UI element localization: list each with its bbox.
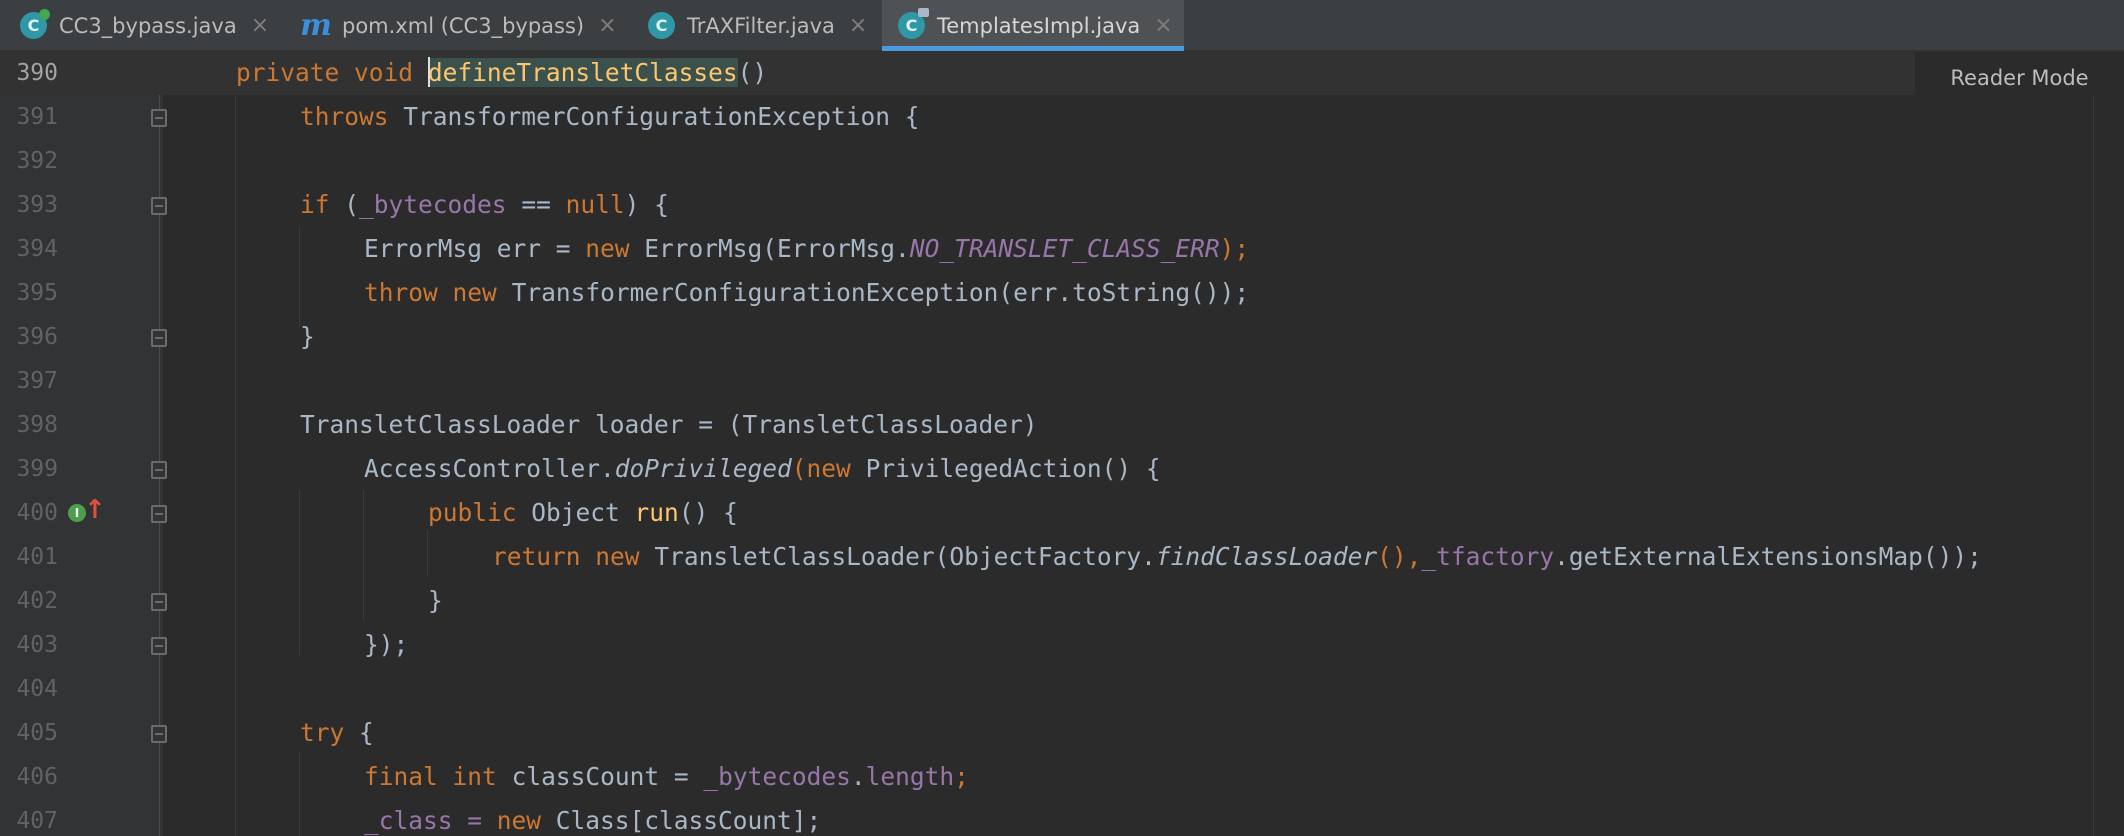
- code-text[interactable]: throws TransformerConfigurationException…: [300, 95, 920, 139]
- code-text[interactable]: final int classCount = _bytecodes.length…: [364, 755, 969, 799]
- fold-end-marker-icon[interactable]: [151, 329, 167, 347]
- line-number: 402: [16, 588, 58, 614]
- code-line-390[interactable]: 390 private void defineTransletClasses(): [0, 51, 2124, 95]
- code-text[interactable]: _class = new Class[classCount];: [364, 799, 821, 836]
- code-text[interactable]: });: [364, 623, 408, 667]
- code-line-396[interactable]: 396 }: [0, 315, 2124, 359]
- code-line-405[interactable]: 405 try {: [0, 711, 2124, 755]
- line-number: 397: [16, 368, 58, 394]
- code-text[interactable]: private void defineTransletClasses(): [236, 51, 767, 95]
- line-number: 405: [16, 720, 58, 746]
- java-class-run-icon: C: [20, 9, 50, 39]
- line-number: 404: [16, 676, 58, 702]
- code-text[interactable]: ErrorMsg err = new ErrorMsg(ErrorMsg.NO_…: [364, 227, 1249, 271]
- reader-mode-button[interactable]: Reader Mode: [1915, 52, 2124, 96]
- java-class-icon: C: [648, 12, 675, 39]
- code-line-403[interactable]: 403 });: [0, 623, 2124, 667]
- close-icon[interactable]: ×: [849, 14, 867, 37]
- code-line-394[interactable]: 394 ErrorMsg err = new ErrorMsg(ErrorMsg…: [0, 227, 2124, 271]
- close-icon[interactable]: ×: [598, 14, 616, 37]
- code-text[interactable]: AccessController.doPrivileged(new Privil…: [364, 447, 1161, 491]
- tab-pom-xml[interactable]: m pom.xml (CC3_bypass) ×: [280, 0, 632, 51]
- line-number: 395: [16, 280, 58, 306]
- maven-icon: m: [300, 8, 332, 43]
- code-line-397[interactable]: 397: [0, 359, 2124, 403]
- arrow-up-icon[interactable]: ↑: [84, 497, 106, 523]
- code-text[interactable]: return new TransletClassLoader(ObjectFac…: [492, 535, 1982, 579]
- code-line-391[interactable]: 391 throws TransformerConfigurationExcep…: [0, 95, 2124, 139]
- method-name-highlight: defineTransletClasses: [427, 58, 738, 87]
- fold-end-marker-icon[interactable]: [151, 637, 167, 655]
- line-number: 393: [16, 192, 58, 218]
- code-line-398[interactable]: 398 TransletClassLoader loader = (Transl…: [0, 403, 2124, 447]
- line-number: 407: [16, 808, 58, 834]
- tab-cc3-bypass[interactable]: C CC3_bypass.java ×: [0, 0, 280, 51]
- fold-marker-icon[interactable]: [151, 197, 167, 215]
- code-line-393[interactable]: 393 if (_bytecodes == null) {: [0, 183, 2124, 227]
- line-number: 400: [16, 500, 58, 526]
- code-text[interactable]: }: [300, 315, 315, 359]
- text-caret: [427, 57, 430, 87]
- code-line-395[interactable]: 395 throw new TransformerConfigurationEx…: [0, 271, 2124, 315]
- close-icon[interactable]: ×: [1154, 14, 1172, 37]
- code-line-402[interactable]: 402 }: [0, 579, 2124, 623]
- code-line-401[interactable]: 401 return new TransletClassLoader(Objec…: [0, 535, 2124, 579]
- code-text[interactable]: public Object run() {: [428, 491, 738, 535]
- code-line-406[interactable]: 406 final int classCount = _bytecodes.le…: [0, 755, 2124, 799]
- line-number: 406: [16, 764, 58, 790]
- fold-end-marker-icon[interactable]: [151, 593, 167, 611]
- code-line-404[interactable]: 404: [0, 667, 2124, 711]
- line-number: 391: [16, 104, 58, 130]
- tab-traxfilter[interactable]: C TrAXFilter.java ×: [632, 0, 882, 51]
- line-number: 390: [16, 60, 58, 86]
- java-class-readonly-icon: C: [898, 8, 929, 39]
- line-number: 394: [16, 236, 58, 262]
- code-text[interactable]: throw new TransformerConfigurationExcept…: [364, 271, 1249, 315]
- line-number: 398: [16, 412, 58, 438]
- code-text[interactable]: try {: [300, 711, 374, 755]
- line-number: 403: [16, 632, 58, 658]
- tab-label: TemplatesImpl.java: [937, 13, 1141, 38]
- fold-marker-icon[interactable]: [151, 505, 167, 523]
- code-line-399[interactable]: 399 AccessController.doPrivileged(new Pr…: [0, 447, 2124, 491]
- editor-tab-bar: C CC3_bypass.java × m pom.xml (CC3_bypas…: [0, 0, 2124, 51]
- fold-marker-icon[interactable]: [151, 725, 167, 743]
- code-line-407[interactable]: 407 _class = new Class[classCount];: [0, 799, 2124, 836]
- line-number: 392: [16, 148, 58, 174]
- code-text[interactable]: }: [428, 579, 443, 623]
- code-text[interactable]: if (_bytecodes == null) {: [300, 183, 669, 227]
- close-icon[interactable]: ×: [251, 14, 269, 37]
- code-text[interactable]: TransletClassLoader loader = (TransletCl…: [300, 403, 1038, 447]
- tab-label: TrAXFilter.java: [687, 13, 835, 38]
- fold-marker-icon[interactable]: [151, 109, 167, 127]
- code-line-392[interactable]: 392: [0, 139, 2124, 183]
- line-number: 399: [16, 456, 58, 482]
- tab-label: pom.xml (CC3_bypass): [342, 13, 585, 38]
- tab-label: CC3_bypass.java: [59, 13, 237, 38]
- fold-marker-icon[interactable]: [151, 461, 167, 479]
- tab-templatesimpl[interactable]: C TemplatesImpl.java ×: [882, 0, 1184, 51]
- line-number: 401: [16, 544, 58, 570]
- code-line-400[interactable]: 400 I ↑ public Object run() {: [0, 491, 2124, 535]
- line-number: 396: [16, 324, 58, 350]
